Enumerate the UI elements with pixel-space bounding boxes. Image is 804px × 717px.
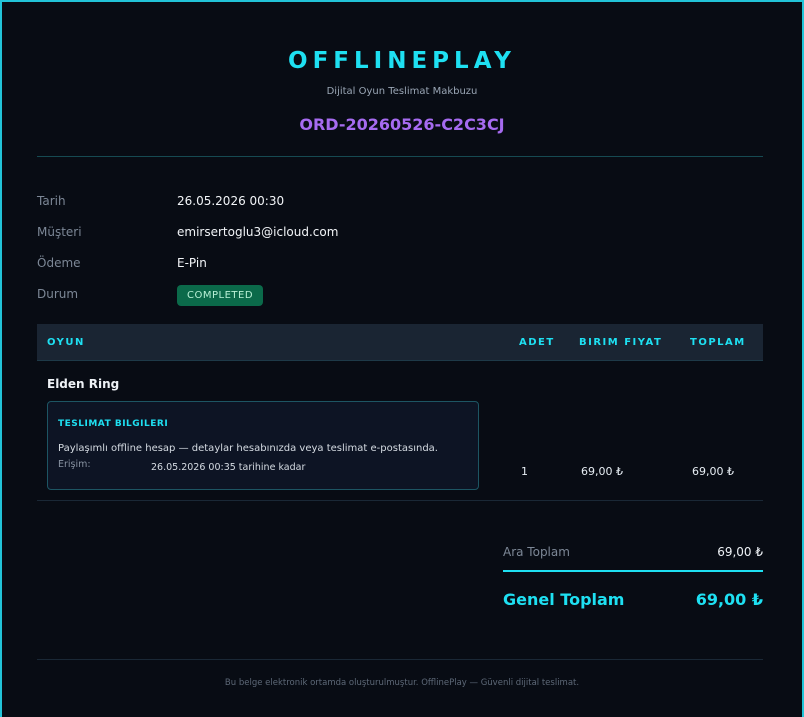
customer-email: emirsertoglu3@icloud.com xyxy=(177,225,339,239)
date-value: 26.05.2026 00:30 xyxy=(177,194,285,208)
delivery-access: Erişim: 26.05.2026 00:35 tarihine kadar xyxy=(58,459,468,473)
date-label: Tarih xyxy=(37,194,66,208)
delivery-title: TESLIMAT BILGILERI xyxy=(58,419,169,429)
receipt-frame: OFFLINEPLAY Dijital Oyun Teslimat Makbuz… xyxy=(0,0,804,717)
order-id: ORD-20260526-C2C3CJ xyxy=(299,115,505,134)
header-qty: ADET xyxy=(519,336,555,348)
grand-total-value: 69,00 ₺ xyxy=(695,590,763,609)
subtotal-row: Ara Toplam 69,00 ₺ xyxy=(503,538,763,572)
payment-label: Ödeme xyxy=(37,256,81,270)
info-row-customer: Müşteri emirsertoglu3@icloud.com xyxy=(37,223,763,254)
item-qty: 1 xyxy=(521,465,528,478)
footer-note: Bu belge elektronik ortamda oluşturulmuş… xyxy=(224,678,580,688)
receipt-subtitle: Dijital Oyun Teslimat Makbuzu xyxy=(326,86,478,97)
status-label: Durum xyxy=(37,287,79,301)
footer-divider xyxy=(37,659,763,660)
info-row-status: Durum COMPLETED xyxy=(37,285,763,316)
item-total: 69,00 ₺ xyxy=(692,465,734,478)
delivery-description: Paylaşımlı offline hesap — detaylar hesa… xyxy=(58,443,438,454)
info-row-date: Tarih 26.05.2026 00:30 xyxy=(37,192,763,223)
order-info: Tarih 26.05.2026 00:30 Müşteri emirserto… xyxy=(37,192,763,316)
status-cell: COMPLETED xyxy=(177,285,264,306)
receipt-header: OFFLINEPLAY Dijital Oyun Teslimat Makbuz… xyxy=(2,2,802,134)
game-title: Elden Ring xyxy=(47,377,120,391)
grand-total-label: Genel Toplam xyxy=(503,590,625,609)
subtotal-label: Ara Toplam xyxy=(503,545,570,559)
totals-section: Ara Toplam 69,00 ₺ Genel Toplam 69,00 ₺ xyxy=(503,538,763,609)
subtotal-value: 69,00 ₺ xyxy=(717,545,763,559)
header-divider xyxy=(37,156,763,157)
delivery-info-box: TESLIMAT BILGILERI Paylaşımlı offline he… xyxy=(47,401,479,490)
access-label: Erişim: xyxy=(58,459,91,470)
access-value: 26.05.2026 00:35 tarihine kadar xyxy=(151,462,306,473)
header-game: OYUN xyxy=(47,336,85,348)
brand-title: OFFLINEPLAY xyxy=(288,48,516,74)
info-row-payment: Ödeme E-Pin xyxy=(37,254,763,285)
customer-label: Müşteri xyxy=(37,225,82,239)
items-table: OYUN ADET BIRIM FIYAT TOPLAM Elden Ring … xyxy=(37,324,763,501)
item-unit-price: 69,00 ₺ xyxy=(581,465,623,478)
header-total: TOPLAM xyxy=(690,336,746,348)
header-unit-price: BIRIM FIYAT xyxy=(579,336,663,348)
table-row: Elden Ring TESLIMAT BILGILERI Paylaşımlı… xyxy=(37,361,763,501)
grand-total-row: Genel Toplam 69,00 ₺ xyxy=(503,590,763,609)
table-header: OYUN ADET BIRIM FIYAT TOPLAM xyxy=(37,324,763,361)
status-badge: COMPLETED xyxy=(177,285,264,306)
payment-method: E-Pin xyxy=(177,256,207,270)
